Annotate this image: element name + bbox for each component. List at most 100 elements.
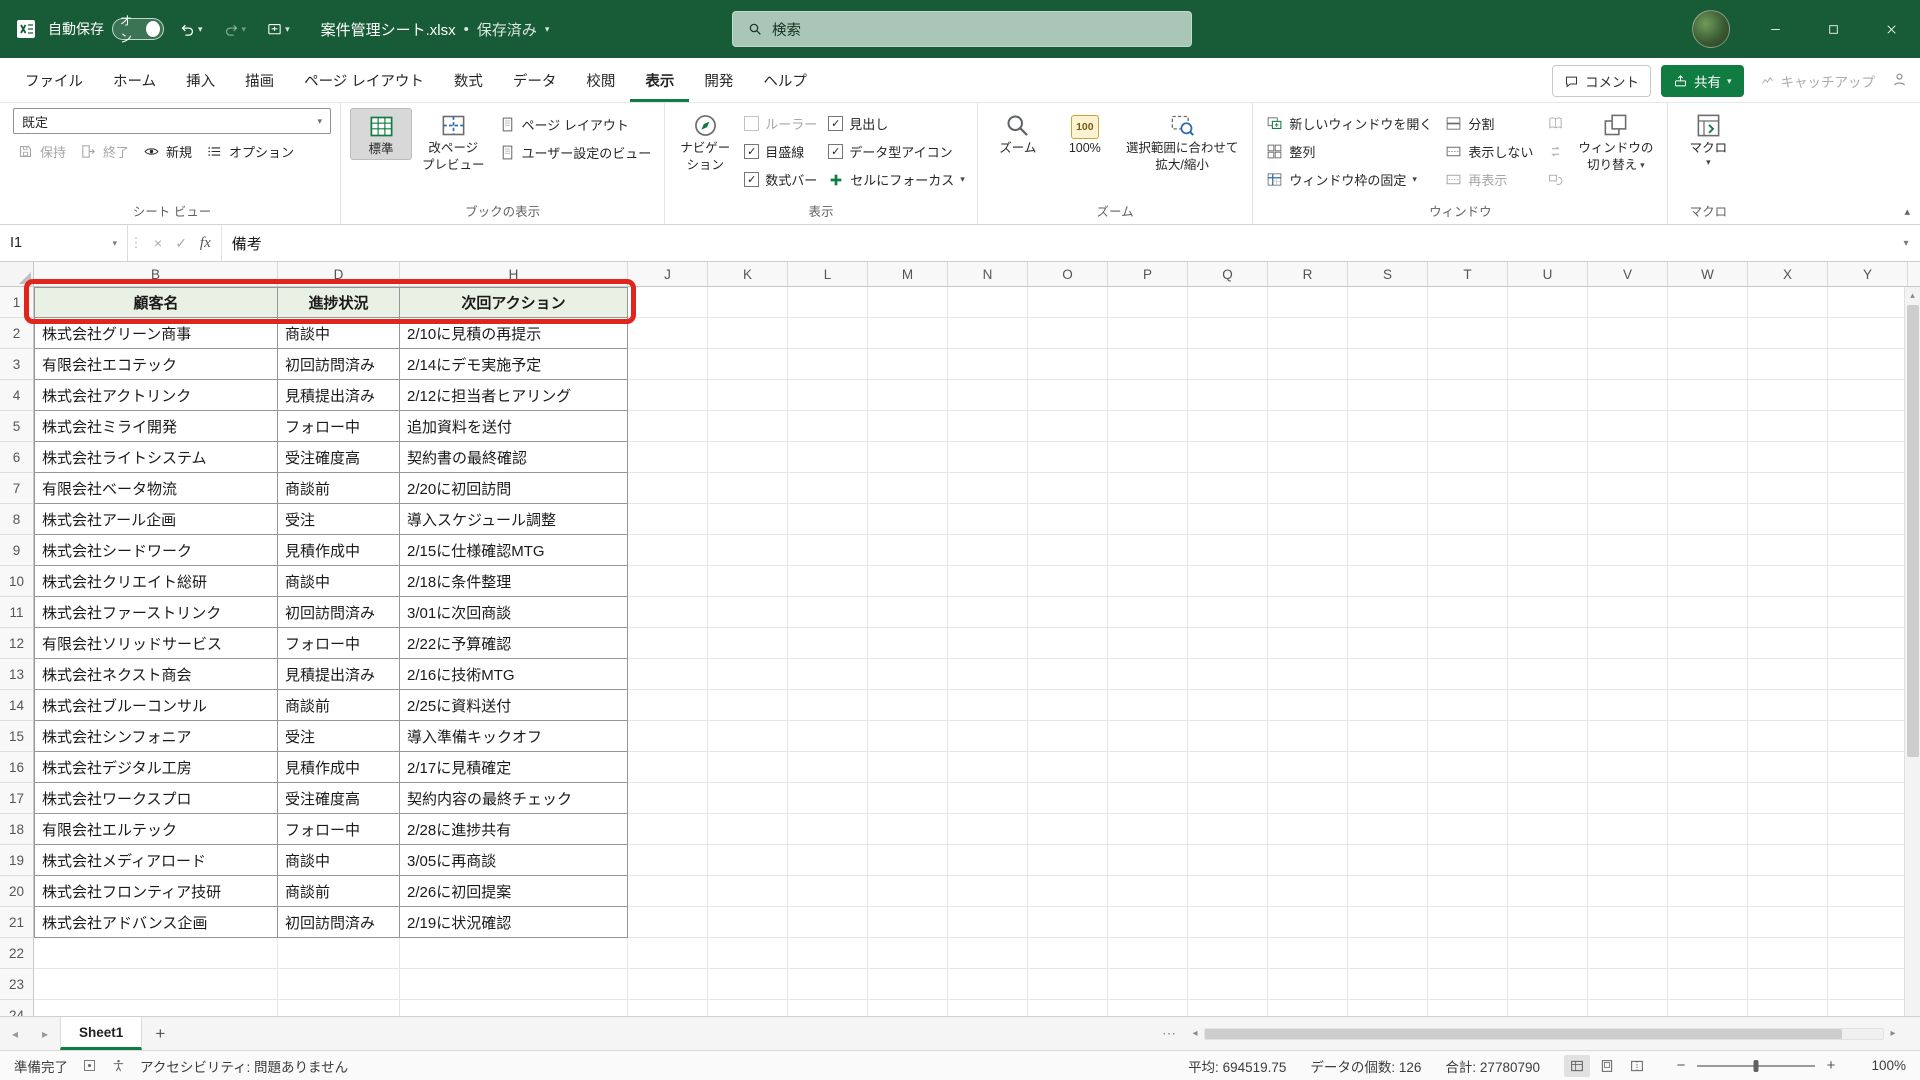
cancel-entry-button[interactable]: × <box>154 235 162 251</box>
cell-Q17[interactable] <box>1188 783 1268 814</box>
cell-S20[interactable] <box>1348 876 1428 907</box>
cell-S3[interactable] <box>1348 349 1428 380</box>
sheet-view-select[interactable]: 既定 ▾ <box>13 108 331 134</box>
cell-D3[interactable]: 初回訪問済み <box>278 349 400 380</box>
cell-Q21[interactable] <box>1188 907 1268 938</box>
cell-M8[interactable] <box>868 504 948 535</box>
cell-Y22[interactable] <box>1828 938 1908 969</box>
view-side-by-side-button[interactable] <box>1542 110 1568 137</box>
cell-M7[interactable] <box>868 473 948 504</box>
cell-O16[interactable] <box>1028 752 1108 783</box>
cell-S17[interactable] <box>1348 783 1428 814</box>
cell-N2[interactable] <box>948 318 1028 349</box>
cell-O4[interactable] <box>1028 380 1108 411</box>
cell-P16[interactable] <box>1108 752 1188 783</box>
cell-B17[interactable]: 株式会社ワークスプロ <box>34 783 278 814</box>
insert-function-button[interactable]: fx <box>200 235 211 252</box>
sheet-tab-sheet1[interactable]: Sheet1 <box>60 1017 143 1050</box>
cell-P21[interactable] <box>1108 907 1188 938</box>
cell-V20[interactable] <box>1588 876 1668 907</box>
horizontal-scroll-thumb[interactable] <box>1205 1028 1843 1039</box>
column-header-J[interactable]: J <box>628 262 708 286</box>
row-header-21[interactable]: 21 <box>0 907 34 938</box>
cell-W12[interactable] <box>1668 628 1748 659</box>
cell-X22[interactable] <box>1748 938 1828 969</box>
cell-P24[interactable] <box>1108 1000 1188 1016</box>
cell-V13[interactable] <box>1588 659 1668 690</box>
column-header-B[interactable]: B <box>34 262 278 286</box>
row-header-23[interactable]: 23 <box>0 969 34 1000</box>
cell-H6[interactable]: 契約書の最終確認 <box>400 442 628 473</box>
cell-R21[interactable] <box>1268 907 1348 938</box>
cell-K20[interactable] <box>708 876 788 907</box>
cell-U24[interactable] <box>1508 1000 1588 1016</box>
cell-B3[interactable]: 有限会社エコテック <box>34 349 278 380</box>
user-avatar[interactable] <box>1692 10 1730 48</box>
cell-R3[interactable] <box>1268 349 1348 380</box>
row-header-16[interactable]: 16 <box>0 752 34 783</box>
cell-O7[interactable] <box>1028 473 1108 504</box>
row-header-9[interactable]: 9 <box>0 535 34 566</box>
cell-Y10[interactable] <box>1828 566 1908 597</box>
cell-P17[interactable] <box>1108 783 1188 814</box>
ribbon-tab-校閲[interactable]: 校閲 <box>571 64 630 102</box>
cell-T15[interactable] <box>1428 721 1508 752</box>
cell-P23[interactable] <box>1108 969 1188 1000</box>
cell-X5[interactable] <box>1748 411 1828 442</box>
cell-M15[interactable] <box>868 721 948 752</box>
cell-W8[interactable] <box>1668 504 1748 535</box>
cell-U3[interactable] <box>1508 349 1588 380</box>
cell-H2[interactable]: 2/10に見積の再提示 <box>400 318 628 349</box>
cell-K10[interactable] <box>708 566 788 597</box>
confirm-entry-button[interactable]: ✓ <box>175 235 187 252</box>
cell-K9[interactable] <box>708 535 788 566</box>
row-header-14[interactable]: 14 <box>0 690 34 721</box>
cell-L5[interactable] <box>788 411 868 442</box>
cell-D11[interactable]: 初回訪問済み <box>278 597 400 628</box>
cell-B20[interactable]: 株式会社フロンティア技研 <box>34 876 278 907</box>
cell-H19[interactable]: 3/05に再商談 <box>400 845 628 876</box>
zoom-slider[interactable] <box>1697 1059 1815 1072</box>
cell-L18[interactable] <box>788 814 868 845</box>
cell-J15[interactable] <box>628 721 708 752</box>
zoom-to-selection-button[interactable]: 選択範囲に合わせて 拡大/縮小 <box>1121 108 1244 175</box>
sheet-view-options-button[interactable]: オプション <box>202 138 298 165</box>
cell-U2[interactable] <box>1508 318 1588 349</box>
cell-V14[interactable] <box>1588 690 1668 721</box>
undo-button[interactable]: ▾ <box>174 17 208 42</box>
checkbox-gridlines[interactable]: ✓ 目盛線 <box>741 138 820 165</box>
cell-Y6[interactable] <box>1828 442 1908 473</box>
cell-X13[interactable] <box>1748 659 1828 690</box>
column-header-S[interactable]: S <box>1348 262 1428 286</box>
cell-W11[interactable] <box>1668 597 1748 628</box>
cell-V15[interactable] <box>1588 721 1668 752</box>
cell-B19[interactable]: 株式会社メディアロード <box>34 845 278 876</box>
cell-Q19[interactable] <box>1188 845 1268 876</box>
cell-Y11[interactable] <box>1828 597 1908 628</box>
cell-R14[interactable] <box>1268 690 1348 721</box>
row-header-7[interactable]: 7 <box>0 473 34 504</box>
expand-formula-bar-button[interactable]: ▾ <box>1892 225 1920 261</box>
ribbon-tab-挿入[interactable]: 挿入 <box>171 64 230 102</box>
row-header-2[interactable]: 2 <box>0 318 34 349</box>
cell-D9[interactable]: 見積作成中 <box>278 535 400 566</box>
cell-J11[interactable] <box>628 597 708 628</box>
cell-U1[interactable] <box>1508 287 1588 318</box>
cell-S16[interactable] <box>1348 752 1428 783</box>
cell-S5[interactable] <box>1348 411 1428 442</box>
cell-H3[interactable]: 2/14にデモ実施予定 <box>400 349 628 380</box>
column-header-U[interactable]: U <box>1508 262 1588 286</box>
cell-H23[interactable] <box>400 969 628 1000</box>
column-header-T[interactable]: T <box>1428 262 1508 286</box>
cell-M2[interactable] <box>868 318 948 349</box>
cell-O5[interactable] <box>1028 411 1108 442</box>
cell-B14[interactable]: 株式会社ブルーコンサル <box>34 690 278 721</box>
cell-U11[interactable] <box>1508 597 1588 628</box>
cell-Y19[interactable] <box>1828 845 1908 876</box>
cell-S9[interactable] <box>1348 535 1428 566</box>
cell-J18[interactable] <box>628 814 708 845</box>
cell-X15[interactable] <box>1748 721 1828 752</box>
cell-O2[interactable] <box>1028 318 1108 349</box>
cell-Q1[interactable] <box>1188 287 1268 318</box>
cell-Q23[interactable] <box>1188 969 1268 1000</box>
